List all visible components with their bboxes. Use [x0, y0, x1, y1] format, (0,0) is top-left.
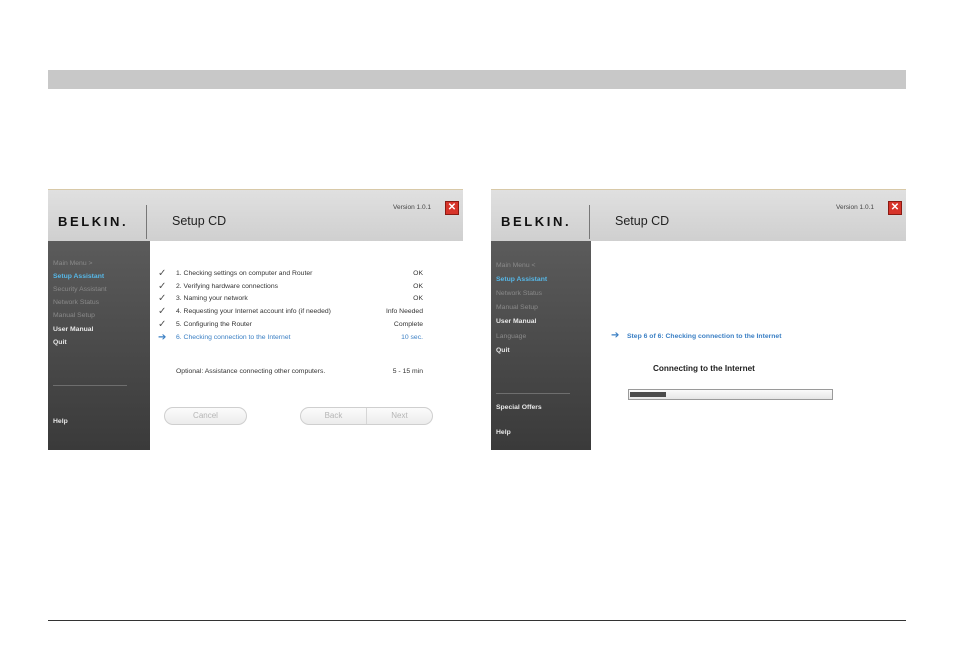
content-area: ➔ Step 6 of 6: Checking connection to th…: [591, 241, 906, 450]
version-label: Version 1.0.1: [836, 204, 874, 211]
back-button[interactable]: Back: [301, 408, 366, 424]
check-icon: ✓: [158, 268, 167, 279]
sidebar-item-help[interactable]: Help: [496, 429, 511, 436]
sidebar-item-manual-setup[interactable]: Manual Setup: [53, 312, 95, 319]
step-status: Complete: [393, 321, 423, 328]
sidebar-item-user-manual[interactable]: User Manual: [53, 326, 93, 333]
step-label: 4. Requesting your Internet account info…: [176, 308, 331, 315]
check-icon: ✓: [158, 281, 167, 292]
arrow-right-icon: ➔: [611, 330, 620, 341]
step-row-current: ➔ 6. Checking connection to the Internet…: [158, 332, 423, 345]
setup-window-connecting: BELKIN. Setup CD Version 1.0.1 ✕ Main Me…: [491, 189, 906, 450]
step-row: ✓ 4. Requesting your Internet account in…: [158, 306, 423, 319]
sidebar: Main Menu > Setup Assistant Security Ass…: [48, 241, 150, 450]
sidebar-item-network-status[interactable]: Network Status: [496, 290, 542, 297]
step-status: 10 sec.: [401, 334, 423, 341]
step-status: OK: [413, 270, 423, 277]
belkin-logo: BELKIN.: [501, 214, 572, 229]
window-header: BELKIN. Setup CD Version 1.0.1 ✕: [48, 189, 463, 242]
optional-row: Optional: Assistance connecting other co…: [176, 368, 423, 375]
step-label: 5. Configuring the Router: [176, 321, 252, 328]
optional-label: Optional: Assistance connecting other co…: [176, 368, 326, 375]
sidebar-item-user-manual[interactable]: User Manual: [496, 318, 536, 325]
version-label: Version 1.0.1: [393, 204, 431, 211]
progress-bar: [628, 389, 833, 400]
sidebar-item-language[interactable]: Language: [496, 333, 526, 340]
cancel-button[interactable]: Cancel: [164, 407, 247, 425]
page-footer-rule: [48, 620, 906, 621]
sidebar-divider: [53, 385, 127, 386]
sidebar-item-setup-assistant[interactable]: Setup Assistant: [53, 273, 104, 280]
step-status: Info Needed: [385, 308, 423, 315]
step-row: ✓ 3. Naming your network OK: [158, 293, 423, 306]
window-header: BELKIN. Setup CD Version 1.0.1 ✕: [491, 189, 906, 242]
app-title: Setup CD: [172, 214, 227, 228]
step-row: ✓ 2. Verifying hardware connections OK: [158, 281, 423, 294]
arrow-right-icon: ➔: [158, 332, 167, 343]
step-status: OK: [413, 283, 423, 290]
next-button[interactable]: Next: [367, 408, 432, 424]
step-label: 3. Naming your network: [176, 295, 248, 302]
step-label: 6. Checking connection to the Internet: [176, 334, 291, 341]
step-row: ✓ 5. Configuring the Router Complete: [158, 319, 423, 332]
setup-window-progress: BELKIN. Setup CD Version 1.0.1 ✕ Main Me…: [48, 189, 463, 450]
step-row: ✓ 1. Checking settings on computer and R…: [158, 268, 423, 281]
sidebar-item-security-assistant[interactable]: Security Assistant: [53, 286, 107, 293]
belkin-logo: BELKIN.: [58, 214, 129, 229]
close-icon[interactable]: ✕: [888, 201, 902, 215]
step-header: Step 6 of 6: Checking connection to the …: [627, 333, 782, 340]
step-label: 2. Verifying hardware connections: [176, 283, 279, 290]
sidebar: Main Menu < Setup Assistant Network Stat…: [491, 241, 591, 450]
sidebar-item-manual-setup[interactable]: Manual Setup: [496, 304, 538, 311]
sidebar-item-special-offers[interactable]: Special Offers: [496, 404, 542, 411]
sidebar-item-quit[interactable]: Quit: [53, 339, 67, 346]
step-label: 1. Checking settings on computer and Rou…: [176, 270, 313, 277]
check-icon: ✓: [158, 293, 167, 304]
nav-button-group: Back Next: [300, 407, 433, 425]
header-divider: [146, 205, 147, 239]
connecting-status: Connecting to the Internet: [653, 364, 755, 373]
content-area: ✓ 1. Checking settings on computer and R…: [150, 241, 463, 450]
page-header-bar: [48, 70, 906, 89]
sidebar-item-network-status[interactable]: Network Status: [53, 299, 99, 306]
close-icon[interactable]: ✕: [445, 201, 459, 215]
step-status: OK: [413, 295, 423, 302]
check-icon: ✓: [158, 306, 167, 317]
header-divider: [589, 205, 590, 239]
sidebar-item-quit[interactable]: Quit: [496, 347, 510, 354]
check-icon: ✓: [158, 319, 167, 330]
sidebar-item-setup-assistant[interactable]: Setup Assistant: [496, 276, 547, 283]
sidebar-item-help[interactable]: Help: [53, 418, 68, 425]
sidebar-item-main-menu[interactable]: Main Menu >: [53, 260, 92, 267]
sidebar-divider: [496, 393, 570, 394]
progress-fill: [630, 392, 666, 397]
app-title: Setup CD: [615, 214, 670, 228]
sidebar-item-main-menu[interactable]: Main Menu <: [496, 262, 535, 269]
optional-status: 5 - 15 min: [392, 368, 423, 375]
